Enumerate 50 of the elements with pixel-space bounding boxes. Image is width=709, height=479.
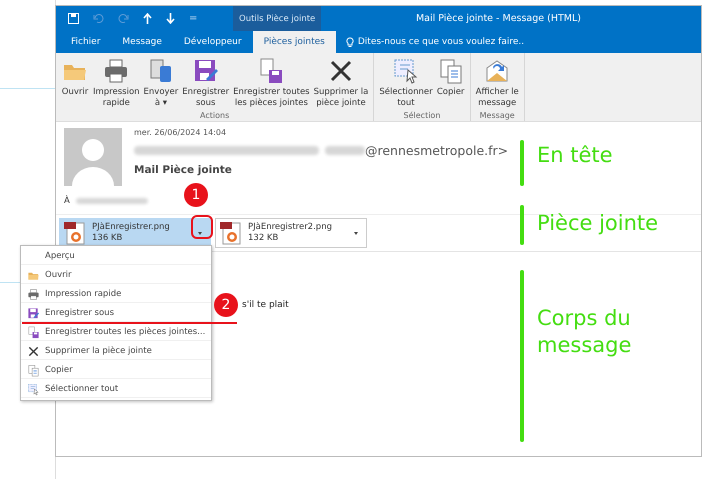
section-label: En tête bbox=[537, 142, 613, 169]
lightbulb-icon bbox=[346, 36, 354, 48]
section-label: Pièce jointe bbox=[537, 210, 658, 237]
menu-item[interactable]: Aperçu bbox=[21, 248, 211, 265]
ribbon-tab[interactable]: Développeur bbox=[172, 31, 253, 53]
ribbon-button[interactable]: Envoyer à ▾ bbox=[142, 55, 180, 111]
ribbon-button[interactable]: Impression rapide bbox=[91, 55, 142, 111]
sent-date: mer. 26/06/2024 14:04 bbox=[134, 128, 228, 137]
group-label: Message bbox=[478, 111, 516, 120]
image-file-icon bbox=[220, 221, 242, 245]
ribbon-button[interactable]: Enregistrer toutes les pièces jointes bbox=[231, 55, 312, 111]
redacted-address bbox=[325, 146, 365, 155]
menu-item[interactable]: Copier bbox=[21, 362, 211, 379]
ribbon-tab[interactable]: Fichier bbox=[60, 31, 112, 53]
printer-icon bbox=[26, 288, 40, 300]
bracket-bar bbox=[520, 140, 524, 186]
selection-cursor-icon bbox=[26, 382, 40, 396]
documents-disk-icon bbox=[26, 326, 40, 338]
ribbon-tab[interactable]: Pièces jointes bbox=[252, 31, 336, 53]
bracket-bar bbox=[520, 205, 524, 245]
context-tab-label: Outils Pièce jointe bbox=[233, 6, 322, 31]
group-label: Sélection bbox=[402, 111, 442, 120]
menu-item[interactable]: Ouvrir bbox=[21, 267, 211, 284]
menu-item[interactable]: Impression rapide bbox=[21, 286, 211, 303]
group-label: Actions bbox=[199, 111, 230, 120]
body-text: s'il te plait bbox=[242, 300, 289, 310]
down-arrow-icon[interactable] bbox=[166, 13, 175, 24]
highlight-ring bbox=[191, 215, 213, 239]
ribbon-button[interactable]: Enregistrer sous bbox=[180, 55, 232, 111]
cross-icon bbox=[26, 344, 40, 358]
subject-line: Mail Pièce jointe bbox=[134, 164, 233, 176]
copy-icon bbox=[26, 364, 40, 376]
ribbon-button[interactable]: Sélectionner tout bbox=[377, 55, 435, 111]
sender-address: @rennesmetropole.fr> bbox=[365, 143, 508, 158]
selection-cursor-icon bbox=[392, 57, 420, 85]
ribbon-button[interactable]: Afficher le message bbox=[474, 55, 521, 111]
ribbon-button[interactable]: Supprimer la pièce jointe bbox=[312, 55, 370, 111]
section-label: Corps du message bbox=[537, 305, 632, 360]
ribbon-button[interactable]: Copier bbox=[434, 55, 467, 111]
window-title: Mail Pièce jointe - Message (HTML) bbox=[416, 13, 581, 24]
ribbon-tab[interactable]: Message bbox=[111, 31, 173, 53]
to-label: À bbox=[64, 196, 70, 206]
attachment-item[interactable]: PJàEnregistrer2.png 132 KB bbox=[215, 218, 367, 248]
ribbon-button[interactable]: Ouvrir bbox=[59, 55, 91, 111]
save-icon[interactable] bbox=[68, 13, 79, 24]
tell-me-field[interactable]: Dites-nous ce que vous voulez faire.. bbox=[358, 37, 524, 47]
menu-item[interactable]: Supprimer la pièce jointe bbox=[21, 343, 211, 360]
customize-toolbar-button[interactable]: = bbox=[189, 13, 198, 24]
menu-item[interactable]: Sélectionner tout bbox=[21, 381, 211, 398]
up-arrow-icon[interactable] bbox=[143, 13, 152, 24]
